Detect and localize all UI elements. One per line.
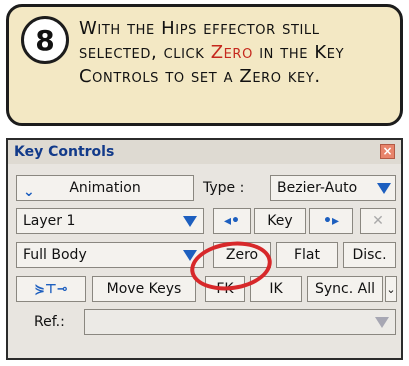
panel-title: Key Controls bbox=[14, 144, 115, 160]
animation-mode-label: Animation bbox=[69, 180, 141, 196]
disc-button-label: Disc. bbox=[352, 247, 387, 263]
layer-value: Layer 1 bbox=[23, 213, 76, 229]
ref-dropdown-arrow-icon bbox=[375, 317, 389, 328]
instruction-callout: 8 With the Hips effector still selected,… bbox=[6, 4, 403, 126]
key-tool-icon: ⋟⊤⊸ bbox=[34, 281, 68, 297]
next-key-icon: •▸ bbox=[323, 213, 339, 229]
sync-all-label: Sync. All bbox=[315, 281, 375, 297]
move-keys-button[interactable]: Move Keys bbox=[92, 276, 196, 302]
sync-all-button[interactable]: Sync. All bbox=[307, 276, 383, 302]
step-number: 8 bbox=[21, 16, 69, 64]
key-tool-button[interactable]: ⋟⊤⊸ bbox=[16, 276, 86, 302]
next-key-button[interactable]: •▸ bbox=[309, 208, 353, 234]
delete-icon: ✕ bbox=[372, 213, 384, 229]
body-part-value: Full Body bbox=[23, 247, 87, 263]
ik-button-label: IK bbox=[269, 281, 283, 297]
layer-dropdown-arrow-icon bbox=[183, 216, 197, 227]
body-part-dropdown[interactable]: Full Body bbox=[16, 242, 204, 268]
layer-dropdown[interactable]: Layer 1 bbox=[16, 208, 204, 234]
disc-button[interactable]: Disc. bbox=[343, 242, 396, 268]
instruction-text: With the Hips effector still selected, c… bbox=[79, 17, 399, 89]
sync-all-dropdown[interactable]: ⌄ bbox=[385, 276, 397, 302]
ref-dropdown[interactable] bbox=[84, 309, 396, 335]
type-dropdown[interactable]: Bezier-Auto bbox=[270, 175, 396, 201]
previous-key-button[interactable]: ◂• bbox=[213, 208, 251, 234]
animation-mode-button[interactable]: ⌄ Animation bbox=[16, 175, 194, 201]
flat-button-label: Flat bbox=[293, 247, 320, 263]
panel-titlebar: Key Controls × bbox=[8, 140, 401, 164]
close-icon[interactable]: × bbox=[380, 144, 395, 159]
type-dropdown-arrow-icon bbox=[377, 183, 391, 194]
delete-key-button[interactable]: ✕ bbox=[360, 208, 396, 234]
move-keys-label: Move Keys bbox=[106, 281, 182, 297]
mode-chevron-icon: ⌄ bbox=[23, 184, 35, 200]
type-value: Bezier-Auto bbox=[277, 180, 358, 196]
instruction-highlight: Zero bbox=[210, 42, 253, 63]
key-button[interactable]: Key bbox=[254, 208, 306, 234]
sync-dropdown-icon: ⌄ bbox=[386, 282, 396, 296]
flat-button[interactable]: Flat bbox=[276, 242, 338, 268]
key-button-label: Key bbox=[267, 213, 293, 229]
previous-key-icon: ◂• bbox=[224, 213, 240, 229]
type-label: Type : bbox=[203, 180, 245, 196]
ref-label: Ref.: bbox=[34, 314, 65, 330]
